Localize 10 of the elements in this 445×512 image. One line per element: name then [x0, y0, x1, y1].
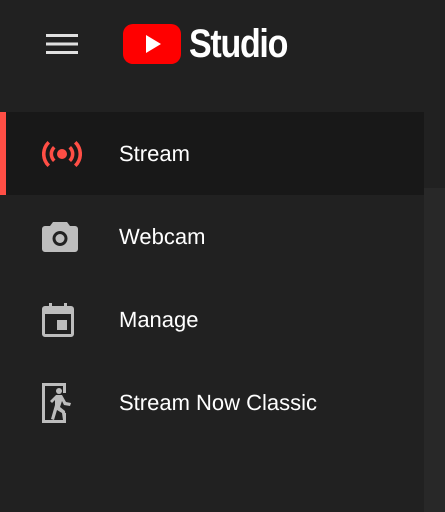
nav-item[interactable]: Webcam — [0, 195, 424, 278]
broadcast-icon — [42, 140, 82, 166]
nav-item[interactable]: Stream — [0, 112, 424, 195]
brand-name: Studio — [189, 22, 288, 66]
nav-item[interactable]: Manage — [0, 278, 424, 361]
nav-item[interactable]: Stream Now Classic — [0, 361, 424, 444]
play-logo-icon — [123, 24, 181, 64]
camera-icon — [42, 222, 78, 252]
calendar-icon — [42, 302, 74, 336]
menu-icon[interactable] — [46, 34, 78, 54]
